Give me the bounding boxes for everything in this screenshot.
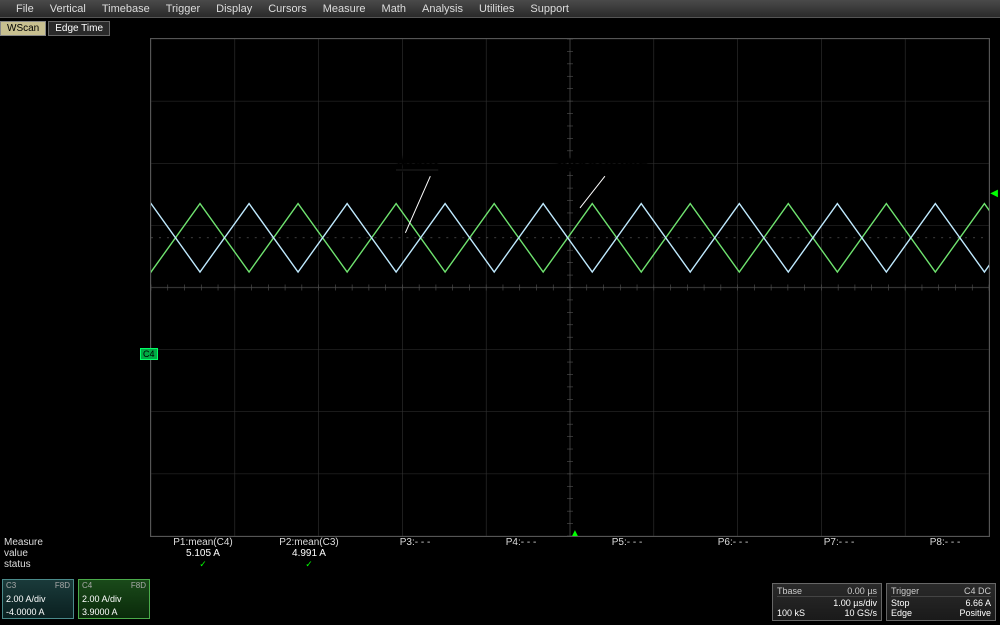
menu-math[interactable]: Math — [374, 3, 414, 15]
measure-row-labels: Measurevaluestatus — [0, 537, 150, 577]
channel-marker-c4[interactable]: C4 — [140, 348, 158, 360]
measure-col-p3[interactable]: P3:- - - — [362, 537, 468, 577]
menu-timebase[interactable]: Timebase — [94, 3, 158, 15]
measure-header: P2:mean(C3) — [279, 537, 338, 548]
menu-trigger[interactable]: Trigger — [158, 3, 208, 15]
measure-col-p4[interactable]: P4:- - - — [468, 537, 574, 577]
wscan-button[interactable]: WScan — [0, 21, 46, 36]
measure-header: P7:- - - — [824, 537, 855, 548]
measure-header: P5:- - - — [612, 537, 643, 548]
menu-vertical[interactable]: Vertical — [42, 3, 94, 15]
measure-label: value — [4, 548, 150, 559]
waveform-grid[interactable]: Main Subordinate — [150, 38, 990, 537]
measure-col-p5[interactable]: P5:- - - — [574, 537, 680, 577]
trigger-level-marker[interactable]: ◀ — [990, 188, 998, 199]
menubar: FileVerticalTimebaseTriggerDisplayCursor… — [0, 0, 1000, 18]
measure-header: P3:- - - — [400, 537, 431, 548]
measure-col-p8[interactable]: P8:- - - — [892, 537, 998, 577]
channel-box-c4[interactable]: C4F8D 2.00 A/div3.9000 A — [78, 579, 150, 619]
measure-label: Measure — [4, 537, 150, 548]
oscilloscope-display[interactable]: Main Subordinate C4 ◀ ▲ — [0, 38, 1000, 537]
measure-header: P1:mean(C4) — [173, 537, 232, 548]
bottom-panel: C3F8D 2.00 A/div-4.0000 AC4F8D 2.00 A/di… — [0, 577, 1000, 625]
channel-box-c3[interactable]: C3F8D 2.00 A/div-4.0000 A — [2, 579, 74, 619]
menu-cursors[interactable]: Cursors — [260, 3, 315, 15]
measurement-bar: Measurevaluestatus P1:mean(C4)5.105 A✓P2… — [0, 537, 1000, 577]
measure-status: ✓ — [199, 559, 207, 570]
measure-value: 4.991 A — [292, 548, 326, 559]
measure-col-p2[interactable]: P2:mean(C3)4.991 A✓ — [256, 537, 362, 577]
measure-value: 5.105 A — [186, 548, 220, 559]
waveform-svg — [151, 39, 989, 536]
timebase-box[interactable]: Tbase0.00 µs 1.00 µs/div 100 kS10 GS/s — [772, 583, 882, 621]
measure-header: P6:- - - — [718, 537, 749, 548]
menu-display[interactable]: Display — [208, 3, 260, 15]
trigger-box[interactable]: TriggerC4 DC Stop6.66 A EdgePositive — [886, 583, 996, 621]
menu-file[interactable]: File — [8, 3, 42, 15]
toolbar: WScan Edge Time — [0, 18, 1000, 38]
measure-header: P4:- - - — [506, 537, 537, 548]
measure-label: status — [4, 559, 150, 570]
menu-measure[interactable]: Measure — [315, 3, 374, 15]
measure-col-p1[interactable]: P1:mean(C4)5.105 A✓ — [150, 537, 256, 577]
measure-col-p6[interactable]: P6:- - - — [680, 537, 786, 577]
edge-time-button[interactable]: Edge Time — [48, 21, 110, 36]
measure-header: P8:- - - — [930, 537, 961, 548]
measure-col-p7[interactable]: P7:- - - — [786, 537, 892, 577]
menu-utilities[interactable]: Utilities — [471, 3, 522, 15]
measure-status: ✓ — [305, 559, 313, 570]
menu-support[interactable]: Support — [522, 3, 577, 15]
menu-analysis[interactable]: Analysis — [414, 3, 471, 15]
